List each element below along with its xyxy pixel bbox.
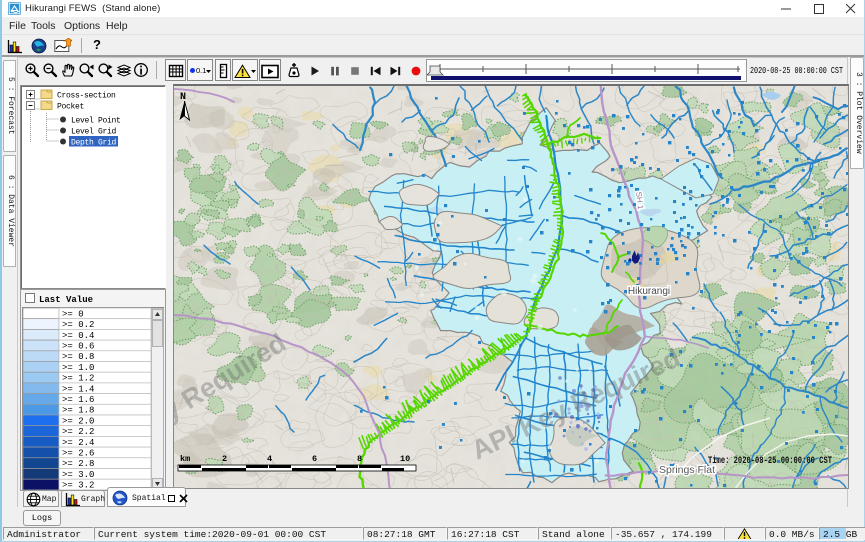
svg-text:>= 2.2: >= 2.2: [62, 427, 94, 437]
svg-text:>= 0.2: >= 0.2: [62, 320, 94, 330]
svg-text:6: 6: [312, 454, 317, 464]
svg-text:Cross-section: Cross-section: [57, 92, 116, 101]
svg-text:>= 0: >= 0: [62, 309, 84, 319]
svg-text:8: 8: [357, 454, 362, 464]
svg-text:Springs Flat: Springs Flat: [659, 464, 715, 476]
svg-text:Pocket: Pocket: [57, 103, 84, 112]
svg-text:2: 2: [222, 454, 227, 464]
svg-text:>= 0.6: >= 0.6: [62, 342, 94, 352]
svg-text:N: N: [180, 92, 186, 103]
svg-text:>= 1.0: >= 1.0: [62, 363, 94, 373]
svg-text:>= 0.8: >= 0.8: [62, 352, 94, 362]
svg-text:Level Point: Level Point: [71, 117, 121, 126]
svg-text:10: 10: [400, 454, 410, 464]
svg-text:Time: 2020-08-25 00:00:00 CST: Time: 2020-08-25 00:00:00 CST: [708, 455, 832, 467]
svg-text:Level Grid: Level Grid: [71, 128, 117, 137]
svg-text:4: 4: [267, 454, 272, 464]
svg-text:Last Value: Last Value: [39, 295, 93, 305]
svg-text:>= 1.4: >= 1.4: [62, 384, 94, 394]
svg-text:Depth Grid: Depth Grid: [71, 139, 117, 148]
svg-text:>= 2.4: >= 2.4: [62, 438, 94, 448]
svg-text:>= 1.6: >= 1.6: [62, 395, 94, 405]
svg-text:>= 2.0: >= 2.0: [62, 416, 94, 426]
svg-text:>= 1.8: >= 1.8: [62, 406, 94, 416]
svg-text:>= 1.2: >= 1.2: [62, 374, 94, 384]
svg-text:Hikurangi: Hikurangi: [628, 286, 670, 297]
svg-text:>= 3.0: >= 3.0: [62, 470, 94, 480]
svg-text:2020-08-25 00:00:00 CST: 2020-08-25 00:00:00 CST: [750, 65, 843, 76]
svg-text:km: km: [180, 454, 190, 464]
svg-text:>= 2.6: >= 2.6: [62, 449, 94, 459]
svg-text:>= 0.4: >= 0.4: [62, 331, 94, 341]
svg-text:>= 2.8: >= 2.8: [62, 459, 94, 469]
